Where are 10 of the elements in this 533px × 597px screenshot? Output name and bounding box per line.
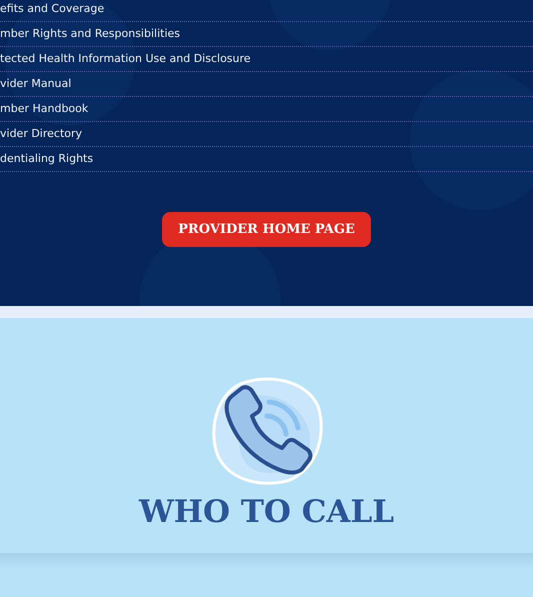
document-link[interactable]: vider Manual	[0, 72, 533, 97]
document-link[interactable]: efits and Coverage	[0, 0, 533, 22]
provider-home-page-button[interactable]: PROVIDER HOME PAGE	[162, 212, 371, 247]
who-to-call-heading: WHO TO CALL	[138, 494, 394, 532]
document-link[interactable]: dentialing Rights	[0, 147, 533, 172]
document-link[interactable]: vider Directory	[0, 122, 533, 147]
document-link[interactable]: tected Health Information Use and Disclosure	[0, 47, 533, 72]
phone-icon	[210, 376, 324, 486]
document-link[interactable]: mber Rights and Responsibilities	[0, 22, 533, 47]
document-link[interactable]: mber Handbook	[0, 97, 533, 122]
